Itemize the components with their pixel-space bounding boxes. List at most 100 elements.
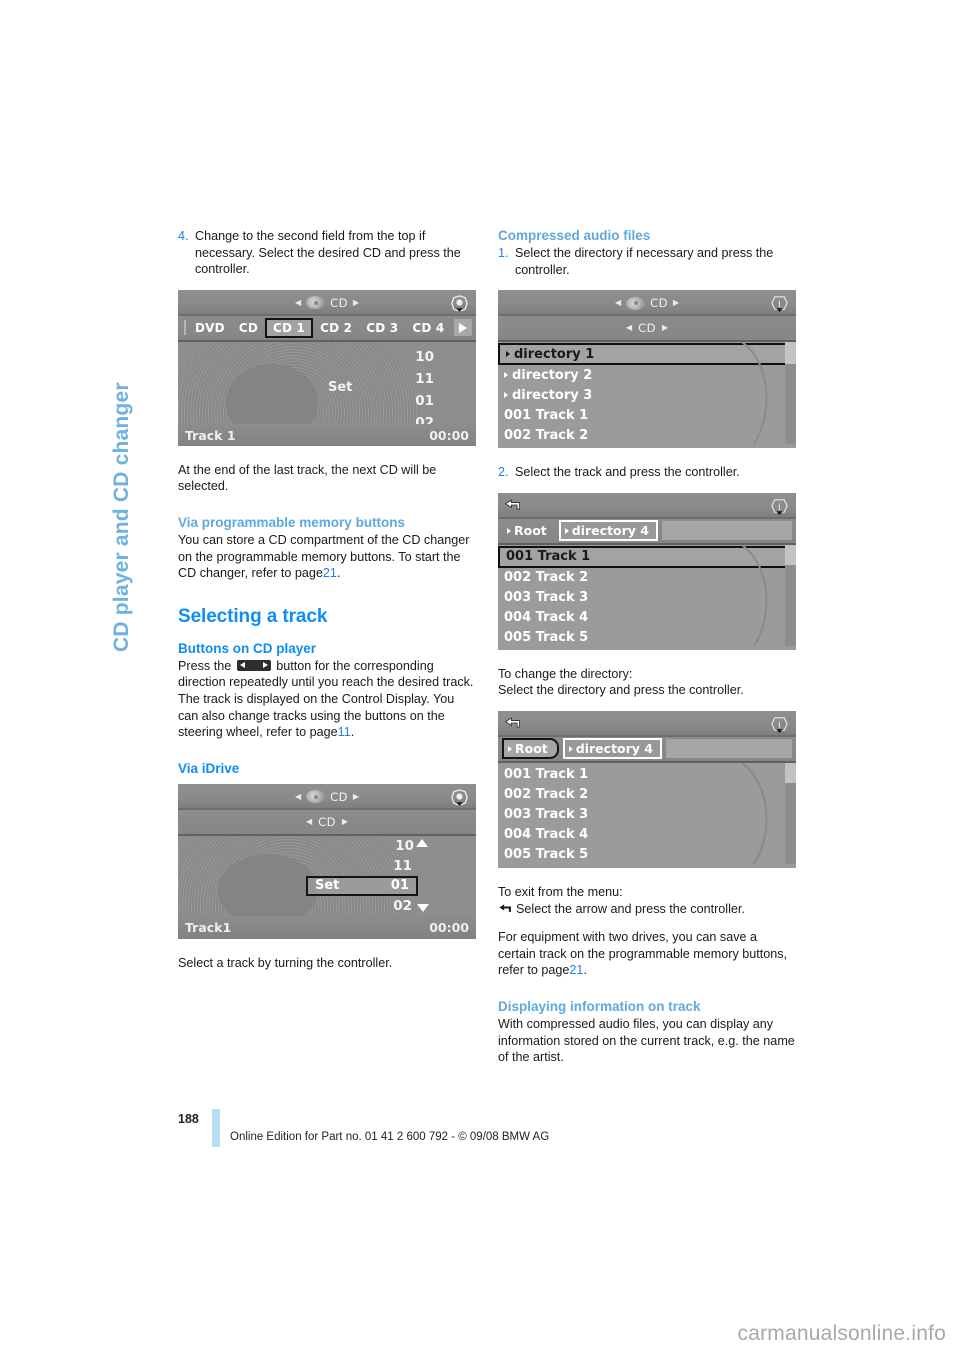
crumb-label: directory 4 <box>571 523 649 539</box>
left-column: 4. Change to the second field from the t… <box>178 228 476 971</box>
scroll-up-icon[interactable] <box>416 838 428 847</box>
panel-secondbar: ◀ CD ▶ <box>178 809 476 836</box>
topbar-label: CD <box>330 295 348 310</box>
page-ref-11[interactable]: 11 <box>338 725 351 739</box>
tab-cd-1-selected[interactable]: CD 1 <box>264 317 314 338</box>
set-label: Set <box>315 878 340 894</box>
list-item-label: 001 Track 1 <box>504 407 589 423</box>
list-item[interactable]: 001 Track 1 <box>498 765 796 785</box>
cd-number-item: 01 <box>415 392 434 409</box>
page-ref-21[interactable]: 21 <box>569 963 583 977</box>
crumb-root-selected[interactable]: Root <box>502 738 559 760</box>
info-icon[interactable]: i <box>770 497 789 516</box>
tab-cd-3[interactable]: CD 3 <box>359 319 405 337</box>
breadcrumb-bar[interactable]: Root directory 4 <box>498 736 796 763</box>
list-item[interactable]: 002 Track 2 <box>498 785 796 805</box>
back-arrow-icon[interactable] <box>504 716 522 730</box>
cd-number-list: 10 11 01 02 <box>415 346 434 424</box>
left-arrow-icon: ◀ <box>295 791 302 801</box>
list-item[interactable]: 001 Track 1 <box>498 405 796 425</box>
list-item-label: 002 Track 2 <box>504 570 589 586</box>
para-memory-buttons: You can store a CD compartment of the CD… <box>178 532 476 582</box>
tab-cd[interactable]: CD <box>232 319 265 337</box>
chapter-tab-label: CD player and CD changer <box>110 382 133 652</box>
topbar-label: CD <box>330 789 348 804</box>
list-item[interactable]: 004 Track 4 <box>498 825 796 845</box>
edition-notice: Online Edition for Part no. 01 41 2 600 … <box>230 1131 550 1143</box>
left-arrow-icon: ◀ <box>626 323 633 333</box>
list-item[interactable]: 004 Track 4 <box>498 608 796 628</box>
crumb-directory-4-selected[interactable]: directory 4 <box>558 520 658 542</box>
crumb-directory-4[interactable]: directory 4 <box>562 738 662 760</box>
heading-compressed-audio-files: Compressed audio files <box>498 228 651 243</box>
para-press-button: Press the button for the corresponding d… <box>178 658 476 691</box>
para-displaying-information: With compressed audio files, you can dis… <box>498 1016 795 1065</box>
page-ref-21[interactable]: 21 <box>323 566 337 580</box>
info-icon[interactable]: i <box>770 294 789 313</box>
svg-text:i: i <box>778 720 781 730</box>
para-end-of-track: At the end of the last track, the next C… <box>178 462 437 494</box>
info-icon[interactable]: i <box>770 715 789 734</box>
cd-tabs-bar[interactable]: DVD CD CD 1 CD 2 CD 3 CD 4 <box>178 315 476 342</box>
list-item-label: 005 Track 5 <box>504 847 589 863</box>
para-turn-controller: Select a track by turning the controller… <box>178 955 393 970</box>
set-value: 01 <box>390 878 409 894</box>
list-item-selected[interactable]: directory 1 <box>498 343 796 366</box>
back-arrow-icon[interactable] <box>504 498 522 512</box>
cd-number-item: 02 <box>415 414 434 424</box>
heading-buttons-on-cd-player: Buttons on CD player <box>178 640 317 656</box>
list-item-label: 001 Track 1 <box>506 549 591 565</box>
list-item-selected[interactable]: 001 Track 1 <box>498 545 796 568</box>
list-item[interactable]: 002 Track 2 <box>498 425 796 445</box>
para-control-display: The track is displayed on the Control Di… <box>178 691 476 741</box>
list-item[interactable]: 005 Track 5 <box>498 628 796 648</box>
screenshot-cd-select: ◀ CD ▶ DVD CD CD 1 CD 2 CD 3 CD 4 Set 10… <box>178 289 476 446</box>
step-2: 2. Select the track and press the contro… <box>498 464 796 481</box>
tab-cd-4[interactable]: CD 4 <box>405 319 451 337</box>
set-selected-row[interactable]: Set 01 <box>306 875 418 896</box>
secondbar-label: CD <box>318 814 336 829</box>
screenshot-directories: ◀ CD ▶ i ◀ CD ▶ directory 1 directory 2 … <box>498 290 796 449</box>
tab-dvd[interactable]: DVD <box>188 319 232 337</box>
list-item[interactable]: 005 Track 5 <box>498 845 796 865</box>
chevron-right-icon <box>504 372 508 379</box>
page-footer: 188 Online Edition for Part no. 01 41 2 … <box>178 1109 798 1152</box>
manual-page: CD player and CD changer 4. Change to th… <box>0 0 960 1358</box>
breadcrumb-bar[interactable]: Root directory 4 <box>498 518 796 545</box>
list-item[interactable]: directory 2 <box>498 365 796 385</box>
step-4: 4. Change to the second field from the t… <box>178 228 476 278</box>
crumb-root[interactable]: Root <box>502 521 555 540</box>
para-control-display-period: . <box>350 725 355 740</box>
tab-cd-2[interactable]: CD 2 <box>313 319 359 337</box>
chevron-right-icon <box>508 745 512 752</box>
right-arrow-icon: ▶ <box>672 298 679 308</box>
list-item[interactable]: 003 Track 3 <box>498 588 796 608</box>
scrollbar-thumb[interactable] <box>785 762 796 783</box>
track-label: Track 1 <box>185 427 236 443</box>
screenshot-track-list: i Root directory 4 001 Track 1 002 Track… <box>498 492 796 650</box>
panel-topbar: ◀ CD ▶ <box>178 783 476 810</box>
chapter-tab: CD player and CD changer <box>110 0 146 652</box>
scrollbar-thumb[interactable] <box>785 544 796 565</box>
footer-rule <box>212 1109 220 1147</box>
left-arrow-icon: ◀ <box>306 816 313 826</box>
scroll-down-icon[interactable] <box>417 903 429 912</box>
scrollbar-thumb[interactable] <box>785 342 796 365</box>
chevron-right-icon <box>568 745 573 752</box>
screenshot-root-selected: i Root directory 4 001 Track 1 002 Track… <box>498 710 796 868</box>
panel-footer: Track1 00:00 <box>178 915 476 939</box>
panel-topbar: ◀ CD ▶ <box>178 289 476 316</box>
svg-text:i: i <box>778 502 781 512</box>
track-list: 001 Track 1 002 Track 2 003 Track 3 004 … <box>498 544 796 648</box>
elapsed-time: 00:00 <box>429 427 469 443</box>
para-change-directory-line1: To change the directory: <box>498 666 633 681</box>
heading-memory-buttons: Via programmable memory buttons <box>178 514 406 530</box>
para-two-drives-text: For equipment with two drives, you can s… <box>498 930 788 978</box>
tabs-next-icon[interactable] <box>454 319 472 337</box>
list-item[interactable]: 003 Track 3 <box>498 805 796 825</box>
list-item[interactable]: directory 3 <box>498 385 796 405</box>
breadcrumb-filler <box>662 521 792 541</box>
list-item[interactable]: 002 Track 2 <box>498 568 796 588</box>
topbar-label: CD <box>650 296 668 311</box>
panel-topbar: i <box>498 710 796 737</box>
